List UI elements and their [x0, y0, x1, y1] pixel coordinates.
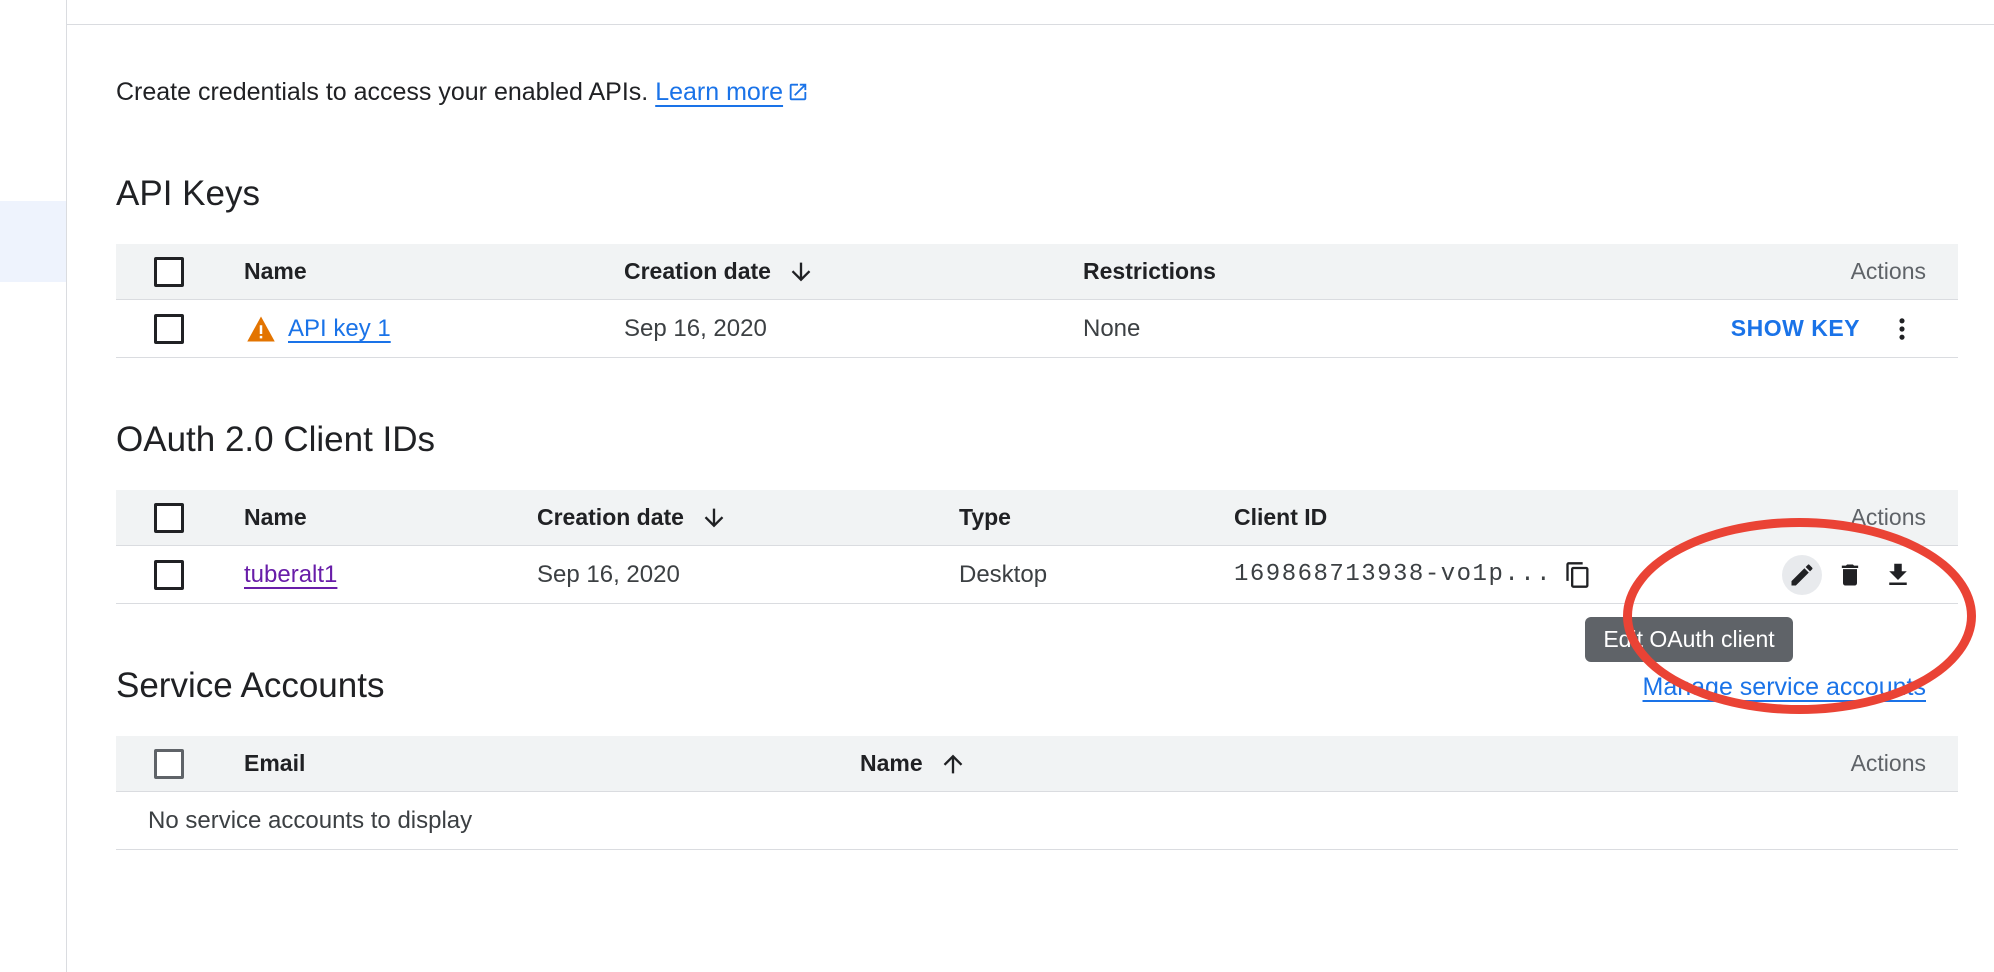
external-link-icon: [787, 81, 809, 110]
oauth-header-row: Name Creation date Type Client ID Action…: [116, 490, 1958, 546]
arrow-down-icon: [787, 258, 815, 286]
delete-icon[interactable]: [1830, 555, 1870, 595]
arrow-up-icon: [939, 750, 967, 778]
column-header-actions: Actions: [1850, 258, 1926, 284]
api-key-name-link[interactable]: API key 1: [288, 315, 391, 343]
oauth-type: Desktop: [959, 560, 1048, 588]
column-header-creation-date[interactable]: Creation date: [537, 490, 728, 545]
download-icon[interactable]: [1878, 555, 1918, 595]
oauth-client-name-link[interactable]: tuberalt1: [244, 561, 337, 589]
warning-icon: [246, 315, 276, 343]
api-keys-title: API Keys: [116, 174, 260, 213]
column-header-client-id: Client ID: [1234, 504, 1328, 530]
column-header-name[interactable]: Name: [244, 490, 307, 545]
select-all-api-keys-checkbox[interactable]: [154, 256, 184, 287]
oauth-table: Name Creation date Type Client ID Action…: [116, 490, 1958, 604]
table-row: tuberalt1 Sep 16, 2020 Desktop 169868713…: [116, 546, 1958, 604]
table-row: API key 1 Sep 16, 2020 None SHOW KEY: [116, 300, 1958, 358]
copy-icon[interactable]: [1558, 555, 1598, 595]
empty-state-row: No service accounts to display: [116, 792, 1958, 850]
intro-description: Create credentials to access your enable…: [116, 78, 649, 106]
service-accounts-title: Service Accounts: [116, 666, 385, 705]
oauth-creation-date: Sep 16, 2020: [537, 560, 680, 588]
arrow-down-icon: [700, 504, 728, 532]
column-header-type: Type: [959, 504, 1011, 530]
column-header-restrictions: Restrictions: [1083, 258, 1216, 284]
edit-oauth-client-tooltip: Edit OAuth client: [1585, 617, 1793, 662]
service-accounts-table: Email Name Actions No service accounts t…: [116, 736, 1958, 850]
api-key-restrictions: None: [1083, 314, 1141, 342]
column-header-actions: Actions: [1850, 504, 1926, 530]
oauth-title: OAuth 2.0 Client IDs: [116, 420, 436, 459]
oauth-client-id: 169868713938-vo1p...: [1234, 561, 1553, 588]
intro-text: Create credentials to access your enable…: [116, 78, 809, 110]
column-header-name[interactable]: Name: [244, 244, 307, 299]
column-header-actions: Actions: [1850, 750, 1926, 776]
empty-state-text: No service accounts to display: [148, 806, 473, 834]
left-nav-active-item[interactable]: [0, 201, 66, 282]
select-all-oauth-checkbox[interactable]: [154, 502, 184, 533]
learn-more-link[interactable]: Learn more: [655, 78, 809, 106]
row-checkbox[interactable]: [154, 559, 184, 590]
service-accounts-header-row: Email Name Actions: [116, 736, 1958, 792]
column-header-email: Email: [244, 750, 306, 776]
api-keys-header-row: Name Creation date Restrictions Actions: [116, 244, 1958, 300]
edit-icon[interactable]: [1782, 554, 1822, 595]
more-vert-icon[interactable]: [1882, 309, 1922, 349]
manage-service-accounts-link[interactable]: Manage service accounts: [1643, 673, 1926, 702]
show-key-button[interactable]: SHOW KEY: [1731, 315, 1860, 342]
left-nav-rail: [0, 0, 67, 972]
row-checkbox[interactable]: [154, 313, 184, 344]
select-all-service-accounts-checkbox[interactable]: [154, 748, 184, 779]
column-header-name[interactable]: Name: [860, 736, 967, 791]
api-keys-table: Name Creation date Restrictions Actions …: [116, 244, 1958, 358]
column-header-creation-date[interactable]: Creation date: [624, 244, 815, 299]
top-bar: [67, 0, 1994, 25]
api-key-creation-date: Sep 16, 2020: [624, 314, 767, 342]
